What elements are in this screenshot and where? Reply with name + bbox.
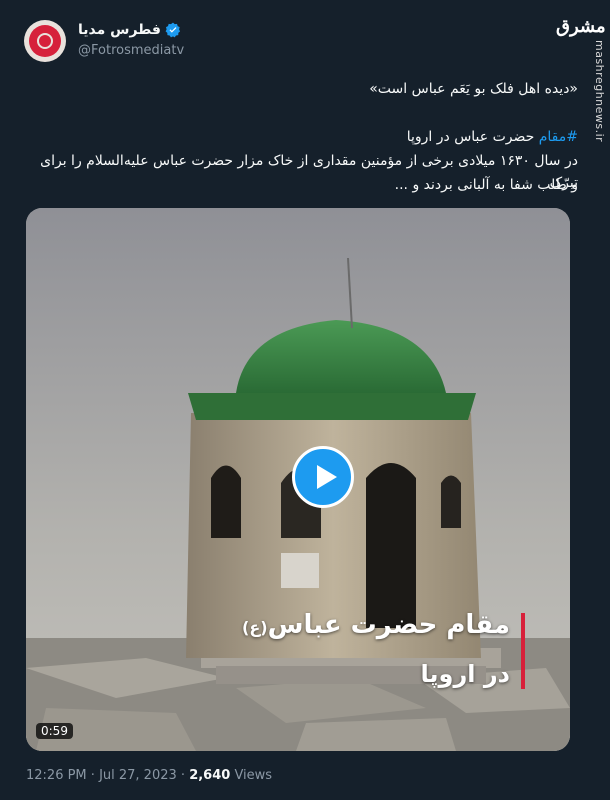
caption-red-bar: [521, 613, 525, 689]
mashregh-logo-icon: مشرق: [556, 16, 606, 37]
video-duration: 0:59: [36, 723, 73, 739]
tweet-time[interactable]: 12:26 PM: [26, 768, 87, 783]
video-caption-title: مقام حضرت عباس(ع): [242, 610, 510, 640]
play-button[interactable]: [292, 446, 354, 508]
meta-separator-2: ·: [176, 768, 190, 783]
views-label: Views: [230, 768, 273, 783]
avatar[interactable]: [24, 20, 66, 62]
video-caption-main: مقام حضرت عباس: [267, 610, 510, 640]
fotros-logo-icon: [29, 25, 61, 57]
tweet-title-text: حضرت عباس در اروپا: [406, 129, 539, 145]
author-name-row[interactable]: فطرس مدیا: [78, 22, 181, 38]
hashtag-link[interactable]: #مقام: [539, 129, 578, 145]
video-player[interactable]: مقام حضرت عباس(ع) در اروپا 0:59: [26, 208, 570, 751]
side-watermark: mashreghnews.ir: [593, 40, 606, 143]
tweet-date[interactable]: Jul 27, 2023: [99, 768, 177, 783]
tweet-body-line-2: و طلب شفا به آلبانی بردند و ...: [394, 177, 578, 193]
tweet-header: فطرس مدیا @Fotrosmediatv مشرق: [0, 0, 610, 70]
video-caption-suffix: (ع): [242, 618, 268, 637]
author-handle[interactable]: @Fotrosmediatv: [78, 43, 184, 58]
tweet-meta: 12:26 PM · Jul 27, 2023 · 2,640 Views: [26, 768, 272, 783]
tweet-title: #مقام حضرت عباس در اروپا: [18, 126, 578, 148]
meta-separator: ·: [86, 768, 100, 783]
views-count: 2,640: [189, 768, 231, 783]
author-name[interactable]: فطرس مدیا: [78, 22, 161, 38]
tweet-quote: «دیده اهل فلک بو یَعَم عباس است»: [369, 81, 578, 97]
video-caption-subtitle: در اروپا: [420, 660, 510, 688]
verified-badge-icon: [165, 22, 181, 38]
